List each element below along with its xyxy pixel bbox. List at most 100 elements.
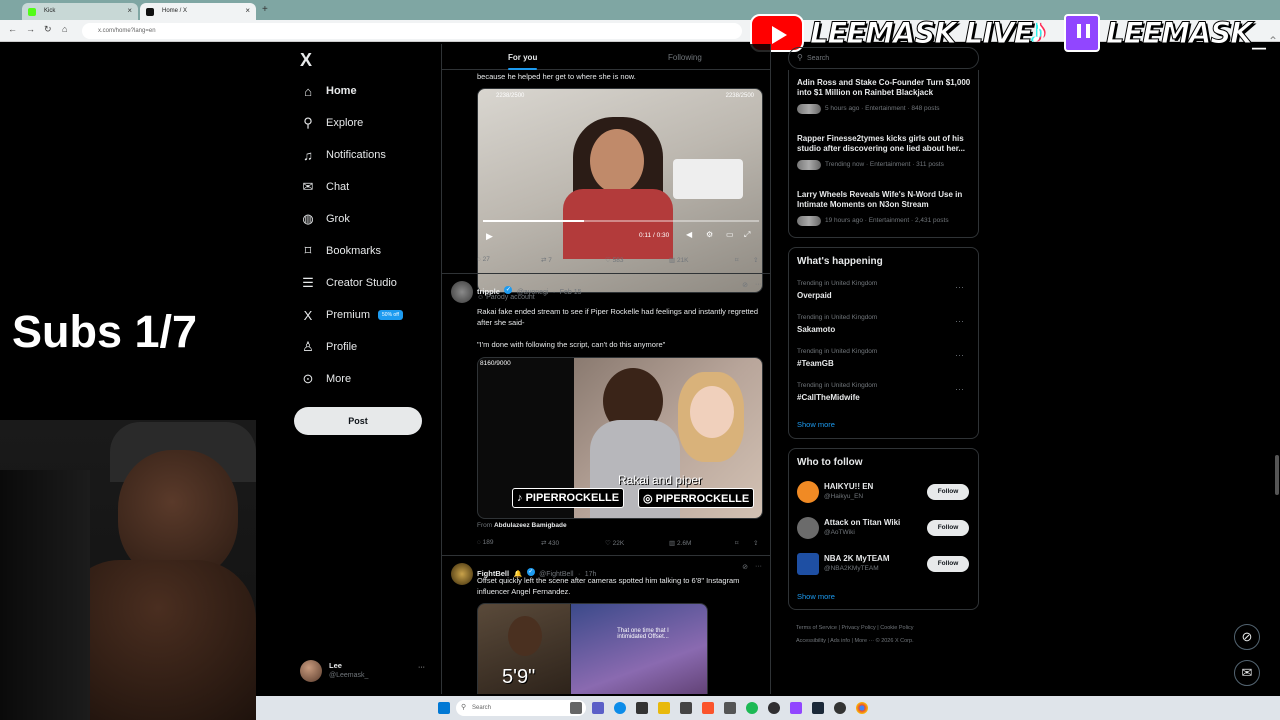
fullscreen-icon[interactable]: ⤢ — [744, 230, 750, 240]
nav-item-notifications[interactable]: ♫ Notifications — [300, 143, 386, 167]
more-dots-icon[interactable]: ··· — [955, 316, 964, 326]
share-icon[interactable]: ⇪ — [753, 539, 758, 547]
reply-button[interactable]: ◌ 27 — [477, 256, 490, 263]
video-progress-track[interactable] — [483, 220, 759, 222]
post-button[interactable]: Post — [294, 407, 422, 435]
nav-item-chat[interactable]: ✉ Chat — [300, 175, 350, 199]
app-icon[interactable] — [790, 702, 802, 714]
news-headline[interactable]: Adin Ross and Stake Co-Founder Turn $1,0… — [797, 78, 975, 98]
grok-icon[interactable]: ⊘ — [742, 281, 748, 289]
nav-item-grok[interactable]: ◍ Grok — [300, 207, 350, 231]
edge-icon[interactable] — [614, 702, 626, 714]
account-switcher[interactable]: Lee @Leemask_ ··· — [300, 658, 430, 686]
obs-icon[interactable] — [768, 702, 780, 714]
grok-icon[interactable]: ⊘ — [742, 563, 748, 571]
footer-link[interactable]: Terms of Service — [796, 625, 837, 631]
pip-icon[interactable]: ▭ — [726, 230, 734, 239]
footer-link[interactable]: Privacy Policy — [841, 625, 875, 631]
spotify-icon[interactable] — [746, 702, 758, 714]
trend-name[interactable]: Overpaid — [797, 291, 832, 301]
nav-item-explore[interactable]: ⚲ Explore — [300, 111, 363, 135]
back-icon[interactable]: ← — [8, 24, 17, 34]
avatar[interactable] — [797, 481, 819, 503]
news-headline[interactable]: Larry Wheels Reveals Wife's N-Word Use i… — [797, 190, 975, 210]
repost-button[interactable]: ⇄ 7 — [541, 256, 552, 264]
messages-float-button[interactable]: ✉ — [1234, 660, 1260, 686]
trend-name[interactable]: #CallTheMidwife — [797, 393, 860, 403]
follow-button[interactable]: Follow — [927, 484, 969, 500]
more-dots-icon[interactable]: ··· — [755, 563, 762, 570]
footer-link[interactable]: Ads info — [830, 638, 850, 644]
nav-item-profile[interactable]: ♙ Profile — [300, 335, 357, 359]
reply-button[interactable]: ◌ 189 — [477, 539, 494, 546]
windows-start-icon[interactable] — [438, 702, 450, 714]
more-dots-icon[interactable]: ··· — [418, 664, 425, 671]
trend-name[interactable]: Sakamoto — [797, 325, 835, 335]
post-image[interactable]: 5'9" That one time that I intimidated Of… — [477, 603, 708, 694]
from-name[interactable]: Abdulazeez Bamigbade — [494, 522, 567, 529]
author-avatar[interactable] — [451, 281, 473, 303]
footer-link[interactable]: More ··· — [855, 638, 875, 644]
close-icon[interactable]: × — [127, 6, 132, 15]
folder-icon[interactable] — [658, 702, 670, 714]
scrollbar-thumb[interactable] — [1275, 455, 1279, 495]
repost-button[interactable]: ⇄ 430 — [541, 539, 559, 547]
avatar[interactable] — [797, 553, 819, 575]
footer-link[interactable]: Accessibility — [796, 638, 826, 644]
show-more-link[interactable]: Show more — [797, 420, 835, 429]
forward-icon[interactable]: → — [26, 24, 35, 34]
trend-name[interactable]: #TeamGB — [797, 359, 834, 369]
more-dots-icon[interactable]: ··· — [755, 281, 762, 288]
account-name[interactable]: Attack on Titan Wiki — [824, 518, 900, 528]
avatar[interactable] — [797, 517, 819, 539]
nav-item-home[interactable]: ⌂ Home — [300, 79, 357, 103]
like-button[interactable]: ♡ 583 — [605, 256, 624, 264]
like-button[interactable]: ♡ 22K — [605, 539, 624, 547]
post-date[interactable]: Feb 15 — [560, 289, 582, 296]
reload-icon[interactable]: ↻ — [44, 24, 52, 35]
chrome-icon[interactable] — [856, 702, 868, 714]
account-name[interactable]: HAIKYU!! EN — [824, 482, 873, 492]
close-icon[interactable]: × — [245, 6, 250, 15]
x-logo[interactable]: X — [300, 50, 312, 71]
app-icon[interactable] — [636, 702, 648, 714]
brave-icon[interactable] — [702, 702, 714, 714]
author-avatar[interactable] — [451, 563, 473, 585]
home-browser-icon[interactable]: ⌂ — [62, 24, 67, 34]
account-handle[interactable]: @AoTWiki — [824, 529, 855, 536]
more-dots-icon[interactable]: ··· — [955, 384, 964, 394]
share-icon[interactable]: ⇪ — [753, 256, 758, 264]
taskbar-search[interactable]: ⚲ Search — [456, 700, 586, 716]
account-handle[interactable]: @Haikyu_EN — [824, 493, 863, 500]
new-tab-icon[interactable]: + — [262, 4, 268, 15]
file-explorer-icon[interactable] — [570, 702, 582, 714]
more-dots-icon[interactable]: ··· — [955, 282, 964, 292]
nav-item-more[interactable]: ⊙ More — [300, 367, 352, 391]
tab-following[interactable]: Following — [668, 53, 702, 62]
nav-item-bookmarks[interactable]: ⌑ Bookmarks — [300, 239, 381, 263]
browser-tab-kick[interactable]: Kick × — [22, 3, 138, 20]
tab-for-you[interactable]: For you — [508, 53, 538, 70]
nav-item-creator-studio[interactable]: ☰ Creator Studio — [300, 271, 397, 295]
views-button[interactable]: ▥ 2.6M — [669, 539, 691, 547]
settings-icon[interactable]: ⚙ — [706, 230, 713, 239]
account-name[interactable]: NBA 2K MyTEAM — [824, 554, 889, 564]
url-field[interactable]: x.com/home?lang=en — [82, 23, 742, 39]
browser-tab-x[interactable]: Home / X × — [140, 3, 256, 20]
more-dots-icon[interactable]: ··· — [955, 350, 964, 360]
post-image[interactable]: 8160/9000 Rakai and piper ♪ PIPERROCKELL… — [477, 357, 763, 519]
bookmark-icon[interactable]: ⌑ — [735, 539, 738, 547]
app-icon[interactable] — [724, 702, 736, 714]
nav-item-premium[interactable]: X Premium 50% off — [300, 303, 403, 327]
app-icon[interactable] — [680, 702, 692, 714]
chat-app-icon[interactable] — [592, 702, 604, 714]
bookmark-icon[interactable]: ⌑ — [735, 256, 738, 264]
volume-icon[interactable]: ◀ — [686, 230, 692, 239]
scroll-up-icon[interactable]: ⌃ — [1268, 34, 1278, 48]
follow-button[interactable]: Follow — [927, 520, 969, 536]
views-button[interactable]: ▥ 21K — [669, 256, 689, 264]
show-more-link[interactable]: Show more — [797, 592, 835, 601]
app-icon[interactable] — [834, 702, 846, 714]
news-headline[interactable]: Rapper Finesse2tymes kicks girls out of … — [797, 134, 975, 154]
play-icon[interactable]: ▶ — [486, 231, 493, 242]
